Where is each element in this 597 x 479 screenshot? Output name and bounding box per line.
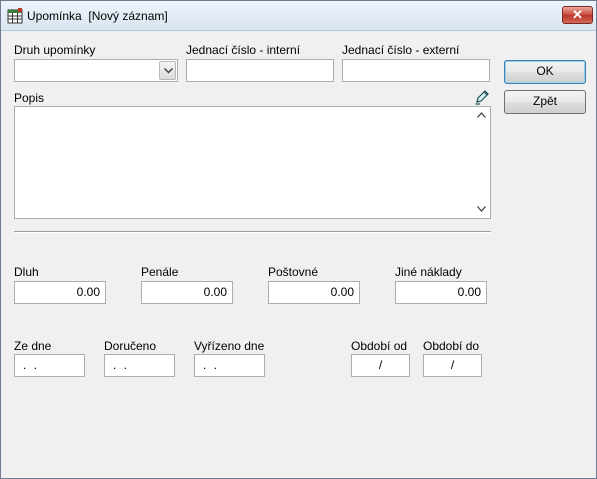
obdobi-od-label: Období od [351, 339, 408, 353]
ze-dne-label: Ze dne [14, 339, 52, 353]
close-button[interactable]: ✕ [562, 6, 593, 24]
chevron-down-icon [477, 206, 486, 212]
penale-input[interactable]: 0.00 [141, 281, 233, 304]
vertical-scrollbar[interactable] [473, 107, 490, 218]
dluh-input[interactable]: 0.00 [14, 281, 106, 304]
jednaci-cislo-externi-input[interactable] [342, 59, 490, 82]
window-title: Upomínka [Nový záznam] [27, 9, 168, 23]
dluh-label: Dluh [14, 265, 39, 279]
ok-button[interactable]: OK [504, 60, 586, 84]
chevron-down-icon [164, 68, 173, 74]
jednaci-cislo-externi-label: Jednací číslo - externí [342, 43, 460, 57]
popis-textarea[interactable] [14, 106, 491, 219]
title-bar[interactable]: Upomínka [Nový záznam] ✕ [1, 1, 596, 31]
zpet-button[interactable]: Zpět [504, 90, 586, 114]
penale-label: Penále [141, 265, 179, 279]
druh-upominky-label: Druh upomínky [14, 43, 96, 57]
doruceno-input[interactable]: . . [104, 354, 175, 377]
jednaci-cislo-interni-label: Jednací číslo - interní [186, 43, 301, 57]
scroll-up-button[interactable] [473, 107, 490, 124]
obdobi-do-label: Období do [423, 339, 480, 353]
dialog-window: Upomínka [Nový záznam] ✕ Druh upomínky J… [0, 0, 597, 479]
vyrizeno-dne-label: Vyřízeno dne [194, 339, 265, 353]
druh-upominky-select[interactable] [14, 59, 178, 82]
app-table-icon [7, 8, 23, 24]
postovne-label: Poštovné [268, 265, 319, 279]
vyrizeno-dne-input[interactable]: . . [194, 354, 265, 377]
ze-dne-input[interactable]: . . [14, 354, 85, 377]
chevron-up-icon [477, 112, 486, 118]
postovne-input[interactable]: 0.00 [268, 281, 360, 304]
section-divider [14, 231, 491, 233]
obdobi-od-input[interactable]: / [351, 354, 410, 377]
doruceno-label: Doručeno [104, 339, 157, 353]
dropdown-arrow-button[interactable] [159, 61, 176, 80]
pencil-edit-icon[interactable] [474, 89, 490, 105]
jine-naklady-label: Jiné náklady [395, 265, 462, 279]
obdobi-do-input[interactable]: / [423, 354, 482, 377]
scroll-down-button[interactable] [473, 201, 490, 218]
jednaci-cislo-interni-input[interactable] [186, 59, 334, 82]
popis-label: Popis [14, 91, 45, 105]
jine-naklady-input[interactable]: 0.00 [395, 281, 487, 304]
dialog-body: Druh upomínky Jednací číslo - interní Je… [2, 32, 596, 478]
